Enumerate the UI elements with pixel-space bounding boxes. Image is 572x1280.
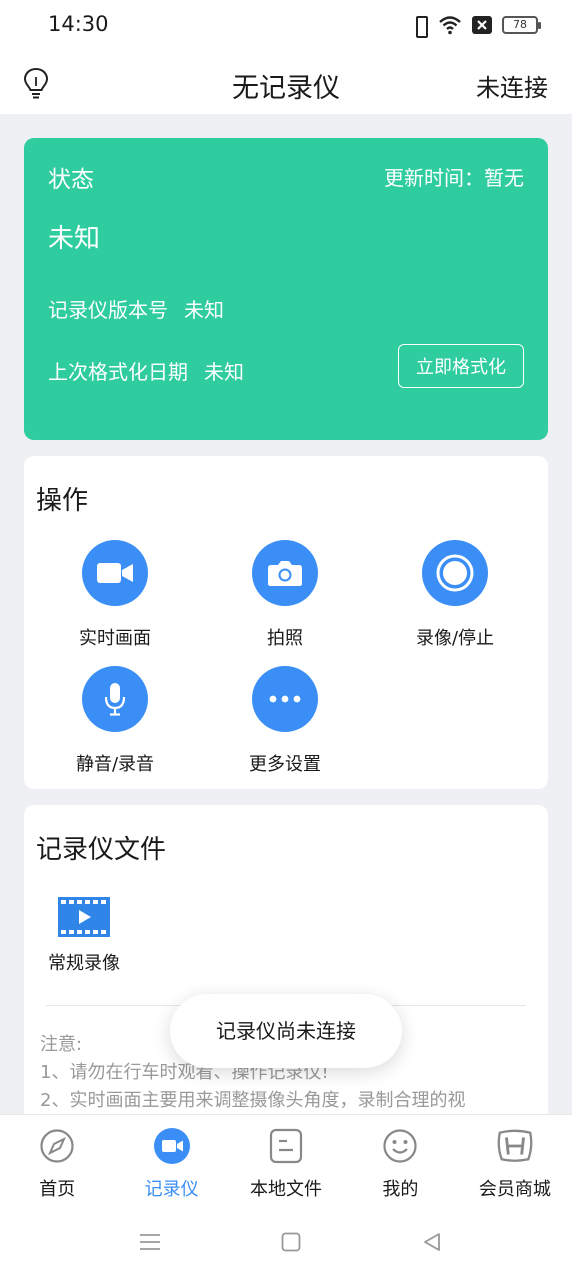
honda-logo-icon xyxy=(496,1127,534,1165)
nav-label: 记录仪 xyxy=(144,1179,199,1200)
op-label: 静音/录音 xyxy=(75,754,155,775)
battery-icon: 78 xyxy=(502,16,541,34)
more-icon xyxy=(252,666,318,732)
system-nav-bar xyxy=(0,1206,572,1280)
camera-icon xyxy=(252,540,318,606)
file-item-label: 常规录像 xyxy=(48,953,120,974)
home-icon[interactable] xyxy=(281,1232,301,1256)
file-icon xyxy=(267,1127,305,1165)
op-live-view[interactable]: 实时画面 xyxy=(40,540,190,650)
file-item-regular-video[interactable]: 常规录像 xyxy=(44,897,124,975)
format-date-value: 未知 xyxy=(204,360,244,384)
op-label: 实时画面 xyxy=(79,628,151,649)
menu-icon[interactable] xyxy=(140,1232,160,1256)
format-date-label: 上次格式化日期 xyxy=(48,360,188,384)
microphone-icon xyxy=(82,666,148,732)
status-value: 未知 xyxy=(48,224,101,254)
vibrate-icon xyxy=(412,15,428,38)
no-sim-icon xyxy=(472,16,492,34)
op-label: 录像/停止 xyxy=(415,628,495,649)
nav-label: 首页 xyxy=(39,1179,76,1200)
recorder-icon xyxy=(153,1127,191,1165)
wifi-icon xyxy=(438,15,462,35)
op-photo[interactable]: 拍照 xyxy=(210,540,360,650)
op-more-settings[interactable]: 更多设置 xyxy=(210,666,360,776)
version-row: 记录仪版本号 未知 xyxy=(48,294,224,323)
status-label: 状态 xyxy=(48,167,94,193)
nav-mine[interactable]: 我的 xyxy=(343,1115,457,1206)
version-label: 记录仪版本号 xyxy=(48,298,168,322)
nav-label: 会员商城 xyxy=(478,1179,551,1200)
film-icon xyxy=(58,897,110,937)
status-time: 14:30 xyxy=(48,12,109,36)
nav-label: 我的 xyxy=(382,1179,419,1200)
app-header: 无记录仪 未连接 xyxy=(0,52,572,114)
compass-icon xyxy=(38,1127,76,1165)
recorder-files-card: 记录仪文件 常规录像 注意: 1、请勿在行车时观看、操作记录仪! 2、实时画面主… xyxy=(24,805,548,1125)
nav-label: 本地文件 xyxy=(250,1179,323,1200)
nav-home[interactable]: 首页 xyxy=(0,1115,114,1206)
status-card: 状态 更新时间：暂无 未知 记录仪版本号 未知 上次格式化日期 未知 立即格式化 xyxy=(24,138,548,440)
smiley-icon xyxy=(381,1127,419,1165)
version-value: 未知 xyxy=(184,298,224,322)
toast-message: 记录仪尚未连接 xyxy=(170,994,402,1068)
bottom-nav: 首页 记录仪 本地文件 我的 会员商城 xyxy=(0,1114,572,1206)
op-label: 拍照 xyxy=(267,628,303,649)
op-label: 更多设置 xyxy=(249,754,321,775)
format-now-button[interactable]: 立即格式化 xyxy=(398,344,524,388)
nav-member-mall[interactable]: 会员商城 xyxy=(458,1115,572,1206)
format-date-row: 上次格式化日期 未知 xyxy=(48,356,244,385)
files-title: 记录仪文件 xyxy=(36,835,167,865)
op-mute-record[interactable]: 静音/录音 xyxy=(40,666,190,776)
nav-local-files[interactable]: 本地文件 xyxy=(229,1115,343,1206)
video-camera-icon xyxy=(82,540,148,606)
connection-status[interactable]: 未连接 xyxy=(476,68,548,103)
nav-recorder[interactable]: 记录仪 xyxy=(114,1115,228,1206)
operations-title: 操作 xyxy=(36,486,89,516)
status-bar: 14:30 78 xyxy=(0,0,572,52)
note-line: 2、实时画面主要用来调整摄像头角度，录制合理的视 xyxy=(40,1090,466,1111)
back-icon[interactable] xyxy=(422,1232,442,1256)
update-time: 更新时间：暂无 xyxy=(384,166,524,190)
operations-card: 操作 实时画面 拍照 录像/停止 静音/录音 更多设置 xyxy=(24,456,548,789)
op-record-stop[interactable]: 录像/停止 xyxy=(380,540,530,650)
record-icon xyxy=(422,540,488,606)
